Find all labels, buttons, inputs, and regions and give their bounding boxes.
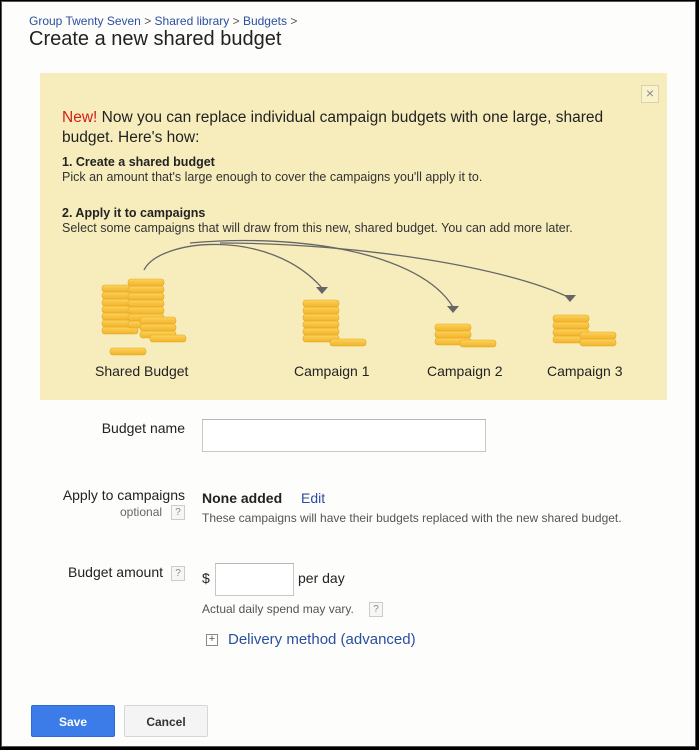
edit-campaigns-link[interactable]: Edit [301,490,325,506]
help-icon[interactable]: ? [171,505,185,520]
breadcrumb: Group Twenty Seven > Shared library > Bu… [29,14,297,28]
expand-plus-icon[interactable]: + [206,634,218,646]
label-shared-budget: Shared Budget [95,363,189,379]
breadcrumb-link-shared-library[interactable]: Shared library [155,14,230,28]
delivery-method-link[interactable]: Delivery method (advanced) [228,631,416,648]
budget-name-input[interactable] [202,419,486,452]
breadcrumb-link-budgets[interactable]: Budgets [243,14,287,28]
info-banner: × New! Now you can replace individual ca… [40,73,667,400]
page-frame: Group Twenty Seven > Shared library > Bu… [1,1,696,747]
budget-name-label: Budget name [101,420,185,436]
coin-stack-shared-budget [101,278,187,356]
coin-stack-campaign-3 [552,314,617,347]
cancel-button[interactable]: Cancel [124,705,208,737]
arrow-icon [143,239,571,308]
apply-to-campaigns-label: Apply to campaigns [62,487,185,503]
label-campaign-3: Campaign 3 [547,363,623,379]
breadcrumb-link-account[interactable]: Group Twenty Seven [29,14,141,28]
campaigns-hint: These campaigns will have their budgets … [202,511,622,525]
save-button[interactable]: Save [31,705,115,737]
help-icon[interactable]: ? [171,566,185,581]
per-day-label: per day [298,570,345,586]
breadcrumb-separator: > [290,14,298,28]
breadcrumb-separator: > [144,14,152,28]
page-title: Create a new shared budget [29,28,282,50]
arrow-heads-icon [316,287,576,313]
label-campaign-2: Campaign 2 [427,363,503,379]
spend-hint: Actual daily spend may vary. [202,602,354,616]
help-icon[interactable]: ? [369,602,383,617]
breadcrumb-separator: > [232,14,240,28]
campaigns-value: None added [202,490,283,506]
optional-label: optional [120,505,163,519]
coin-stack-campaign-2 [434,323,497,348]
budget-illustration [101,239,617,356]
currency-symbol: $ [202,570,210,586]
label-campaign-1: Campaign 1 [294,363,370,379]
budget-amount-label: Budget amount [68,564,163,580]
budget-amount-input[interactable] [215,563,294,596]
coin-stack-campaign-1 [302,299,367,347]
